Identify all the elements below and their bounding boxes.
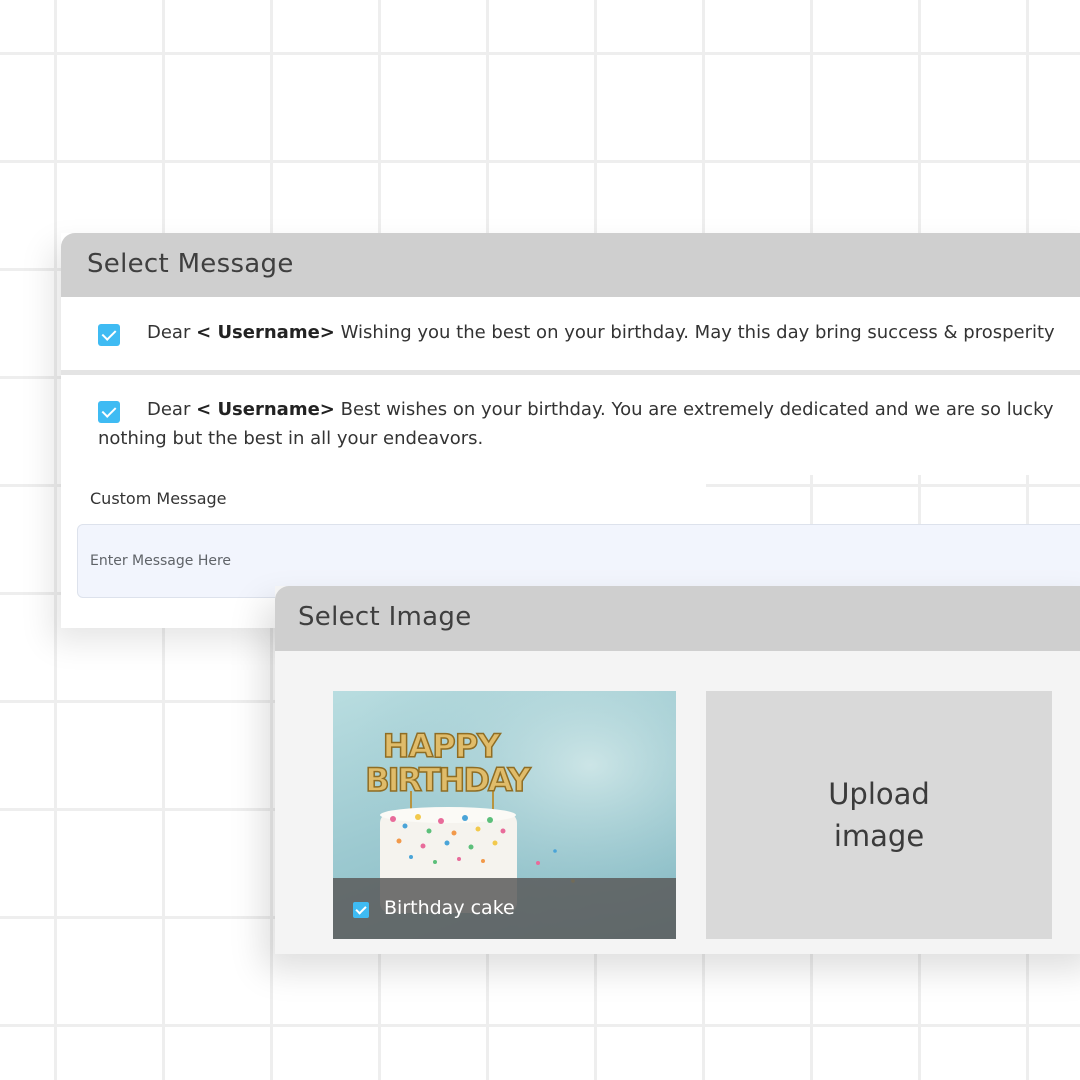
message-2-checkbox[interactable] xyxy=(98,401,120,423)
select-message-title: Select Message xyxy=(87,249,294,279)
message-1-checkbox[interactable] xyxy=(98,324,120,346)
message-2-text-line2: nothing but the best in all your endeavo… xyxy=(98,428,484,449)
topper-text-birthday: BIRTHDAY xyxy=(365,761,531,799)
topper-text-happy: HAPPY xyxy=(383,727,501,765)
select-message-header: Select Message xyxy=(61,233,1080,297)
image-checkbox[interactable] xyxy=(353,902,369,918)
custom-message-label: Custom Message xyxy=(90,489,227,508)
message-1-text: Dear < Username> Wishing you the best on… xyxy=(147,322,1055,343)
select-image-panel: Select Image HAPPY BIRTHDAY Birthday cak… xyxy=(275,586,1080,954)
image-caption-bar: Birthday cake xyxy=(333,878,676,939)
upload-image-button[interactable]: Upload image xyxy=(706,691,1052,939)
image-caption: Birthday cake xyxy=(384,897,515,919)
message-option-1[interactable]: Dear < Username> Wishing you the best on… xyxy=(61,297,1080,375)
username-token: < Username> xyxy=(196,322,335,343)
message-2-text: Dear < Username> Best wishes on your bir… xyxy=(147,399,1054,420)
upload-image-label: Upload image xyxy=(828,777,930,853)
select-image-header: Select Image xyxy=(275,586,1080,651)
message-option-2[interactable]: Dear < Username> Best wishes on your bir… xyxy=(61,375,1080,475)
image-option-birthday-cake[interactable]: HAPPY BIRTHDAY Birthday cake xyxy=(333,691,676,939)
username-token: < Username> xyxy=(196,399,335,420)
select-image-title: Select Image xyxy=(298,602,472,632)
select-message-panel: Select Message Dear < Username> Wishing … xyxy=(61,233,1080,628)
